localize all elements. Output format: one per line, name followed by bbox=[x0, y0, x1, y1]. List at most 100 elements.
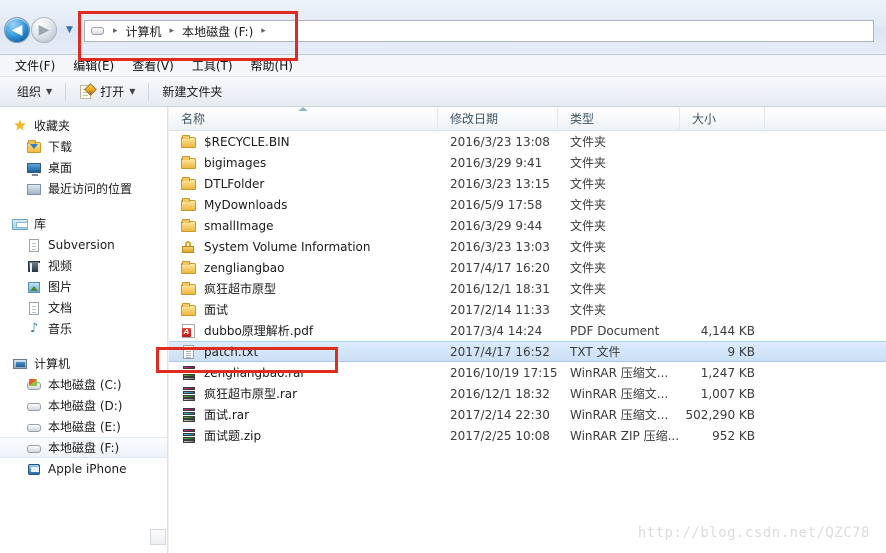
menu-edit[interactable]: 编辑(E) bbox=[64, 55, 123, 76]
sidebar-group-computer[interactable]: 计算机 bbox=[0, 353, 167, 374]
table-row[interactable]: zengliangbao 2017/4/17 16:20 文件夹 bbox=[169, 257, 886, 278]
sidebar-item-subversion[interactable]: Subversion bbox=[0, 234, 167, 255]
sidebar-item-drive-f[interactable]: 本地磁盘 (F:) bbox=[0, 437, 167, 458]
breadcrumb-drive-f[interactable]: 本地磁盘 (F:) bbox=[179, 22, 256, 41]
sidebar-item-drive-e[interactable]: 本地磁盘 (E:) bbox=[0, 416, 167, 437]
cell-date-modified: 2017/3/4 14:24 bbox=[450, 323, 543, 338]
sidebar-item-drive-d[interactable]: 本地磁盘 (D:) bbox=[0, 395, 167, 416]
cell-type: 文件夹 bbox=[570, 219, 607, 233]
navigation-pane[interactable]: ★ 收藏夹 下载 桌面 最近访问的位置 库 Subversion 视频 图片 文… bbox=[0, 107, 168, 553]
file-name: dubbo原理解析.pdf bbox=[204, 324, 314, 338]
sidebar-item-music[interactable]: ♪ 音乐 bbox=[0, 318, 167, 339]
cell-name: 面试.rar bbox=[169, 406, 438, 423]
table-row[interactable]: 面试 2017/2/14 11:33 文件夹 bbox=[169, 299, 886, 320]
file-name: bigimages bbox=[204, 155, 267, 170]
cell-date-modified: 2016/3/29 9:44 bbox=[450, 218, 543, 233]
cell-date-modified: 2016/3/23 13:03 bbox=[450, 239, 550, 254]
folder-icon bbox=[181, 281, 197, 297]
sidebar-item-recent-places[interactable]: 最近访问的位置 bbox=[0, 178, 167, 199]
table-row[interactable]: 面试题.zip 2017/2/25 10:08 WinRAR ZIP 压缩... 95… bbox=[169, 425, 886, 446]
table-row[interactable]: MyDownloads 2016/5/9 17:58 文件夹 bbox=[169, 194, 886, 215]
breadcrumb-computer[interactable]: 计算机 bbox=[123, 22, 165, 41]
sidebar-item-desktop[interactable]: 桌面 bbox=[0, 157, 167, 178]
windows-drive-icon bbox=[26, 377, 42, 393]
table-row[interactable]: $RECYCLE.BIN 2016/3/23 13:08 文件夹 bbox=[169, 131, 886, 152]
sidebar-item-drive-c[interactable]: 本地磁盘 (C:) bbox=[0, 374, 167, 395]
table-row[interactable]: zengliangbao.rar 2016/10/19 17:15 WinRAR 压… bbox=[169, 362, 886, 383]
document-icon bbox=[26, 300, 42, 316]
table-row[interactable]: patch.txt 2017/4/17 16:52 TXT 文件 9 KB bbox=[169, 341, 886, 362]
breadcrumb-separator-2[interactable]: ▸ bbox=[256, 26, 271, 36]
cell-size: 9 KB bbox=[727, 344, 755, 359]
menu-file[interactable]: 文件(F) bbox=[6, 55, 64, 76]
column-header-size[interactable]: 大小 bbox=[680, 107, 765, 131]
cell-date-modified: 2016/3/23 13:08 bbox=[450, 134, 550, 149]
drive-icon bbox=[26, 398, 42, 414]
menu-view[interactable]: 查看(V) bbox=[123, 55, 183, 76]
sidebar-item-documents[interactable]: 文档 bbox=[0, 297, 167, 318]
cell-date-modified: 2016/12/1 18:32 bbox=[450, 386, 550, 401]
open-button[interactable]: 打开 ▼ bbox=[70, 80, 144, 103]
sidebar-item-label: 本地磁盘 (F:) bbox=[48, 441, 120, 455]
breadcrumb-separator-1[interactable]: ▸ bbox=[165, 26, 180, 36]
toolbar-separator-1 bbox=[65, 82, 67, 101]
folder-icon bbox=[181, 302, 197, 318]
cell-name: System Volume Information bbox=[169, 239, 438, 255]
sidebar-item-downloads[interactable]: 下载 bbox=[0, 136, 167, 157]
cell-name: DTLFolder bbox=[169, 176, 438, 192]
table-row[interactable]: dubbo原理解析.pdf 2017/3/4 14:24 PDF Document 4… bbox=[169, 320, 886, 341]
table-row[interactable]: System Volume Information 2016/3/23 13:03… bbox=[169, 236, 886, 257]
folder-icon bbox=[181, 155, 197, 171]
table-row[interactable]: 疯狂超市原型 2016/12/1 18:31 文件夹 bbox=[169, 278, 886, 299]
cell-type: 文件夹 bbox=[570, 135, 607, 149]
chevron-down-icon: ▼ bbox=[46, 87, 53, 96]
scrollbar-thumb[interactable] bbox=[150, 529, 166, 545]
sidebar-item-label: 视频 bbox=[48, 259, 73, 273]
toolbar: 组织 ▼ 打开 ▼ 新建文件夹 bbox=[0, 77, 886, 107]
forward-button[interactable]: ▶ bbox=[31, 17, 57, 43]
cell-date-modified: 2016/12/1 18:31 bbox=[450, 281, 550, 296]
organize-label: 组织 bbox=[17, 85, 42, 99]
organize-button[interactable]: 组织 ▼ bbox=[8, 80, 61, 103]
sidebar-group-favorites[interactable]: ★ 收藏夹 bbox=[0, 115, 167, 136]
file-list-header: 名称 修改日期 类型 大小 bbox=[169, 107, 886, 131]
file-list-pane[interactable]: 名称 修改日期 类型 大小 $RECYCLE.BIN 2016/3/23 13:0… bbox=[169, 107, 886, 553]
table-row[interactable]: smallImage 2016/3/29 9:44 文件夹 bbox=[169, 215, 886, 236]
menu-help[interactable]: 帮助(H) bbox=[242, 55, 302, 76]
table-row[interactable]: 面试.rar 2017/2/14 22:30 WinRAR 压缩文... 502,29… bbox=[169, 404, 886, 425]
cell-name: 面试 bbox=[169, 301, 438, 318]
sidebar-item-label: 音乐 bbox=[48, 322, 73, 336]
sidebar-group-libraries[interactable]: 库 bbox=[0, 213, 167, 234]
cell-name: 面试题.zip bbox=[169, 427, 438, 444]
table-row[interactable]: DTLFolder 2016/3/23 13:15 文件夹 bbox=[169, 173, 886, 194]
column-header-label: 大小 bbox=[692, 111, 717, 126]
library-icon bbox=[12, 216, 28, 232]
column-header-name[interactable]: 名称 bbox=[169, 107, 438, 131]
sidebar-item-label: Subversion bbox=[48, 237, 115, 252]
column-header-type[interactable]: 类型 bbox=[558, 107, 680, 131]
new-folder-button[interactable]: 新建文件夹 bbox=[153, 80, 231, 103]
chevron-down-icon: ▼ bbox=[129, 87, 136, 96]
cell-name: 疯狂超市原型 bbox=[169, 280, 438, 297]
sidebar-item-videos[interactable]: 视频 bbox=[0, 255, 167, 276]
cell-date-modified: 2016/3/29 9:41 bbox=[450, 155, 543, 170]
cell-type: 文件夹 bbox=[570, 177, 607, 191]
cell-name: smallImage bbox=[169, 218, 438, 234]
sidebar-item-apple-iphone[interactable]: Apple iPhone bbox=[0, 458, 167, 479]
file-name: zengliangbao.rar bbox=[204, 365, 306, 380]
column-header-date-modified[interactable]: 修改日期 bbox=[438, 107, 558, 131]
folder-icon bbox=[181, 176, 197, 192]
recent-pages-dropdown[interactable]: ▼ bbox=[63, 25, 76, 35]
table-row[interactable]: bigimages 2016/3/29 9:41 文件夹 bbox=[169, 152, 886, 173]
cell-type: WinRAR 压缩文... bbox=[570, 366, 669, 380]
rar-icon bbox=[181, 365, 197, 381]
cell-name: 疯狂超市原型.rar bbox=[169, 385, 438, 402]
address-bar[interactable]: ▸ 计算机 ▸ 本地磁盘 (F:) ▸ bbox=[84, 20, 874, 42]
breadcrumb-separator-0[interactable]: ▸ bbox=[108, 26, 123, 36]
table-row[interactable]: 疯狂超市原型.rar 2016/12/1 18:32 WinRAR 压缩文... 1,… bbox=[169, 383, 886, 404]
menu-tools[interactable]: 工具(T) bbox=[183, 55, 242, 76]
cell-name: dubbo原理解析.pdf bbox=[169, 322, 438, 339]
sidebar-item-pictures[interactable]: 图片 bbox=[0, 276, 167, 297]
back-button[interactable]: ◀ bbox=[4, 17, 30, 43]
